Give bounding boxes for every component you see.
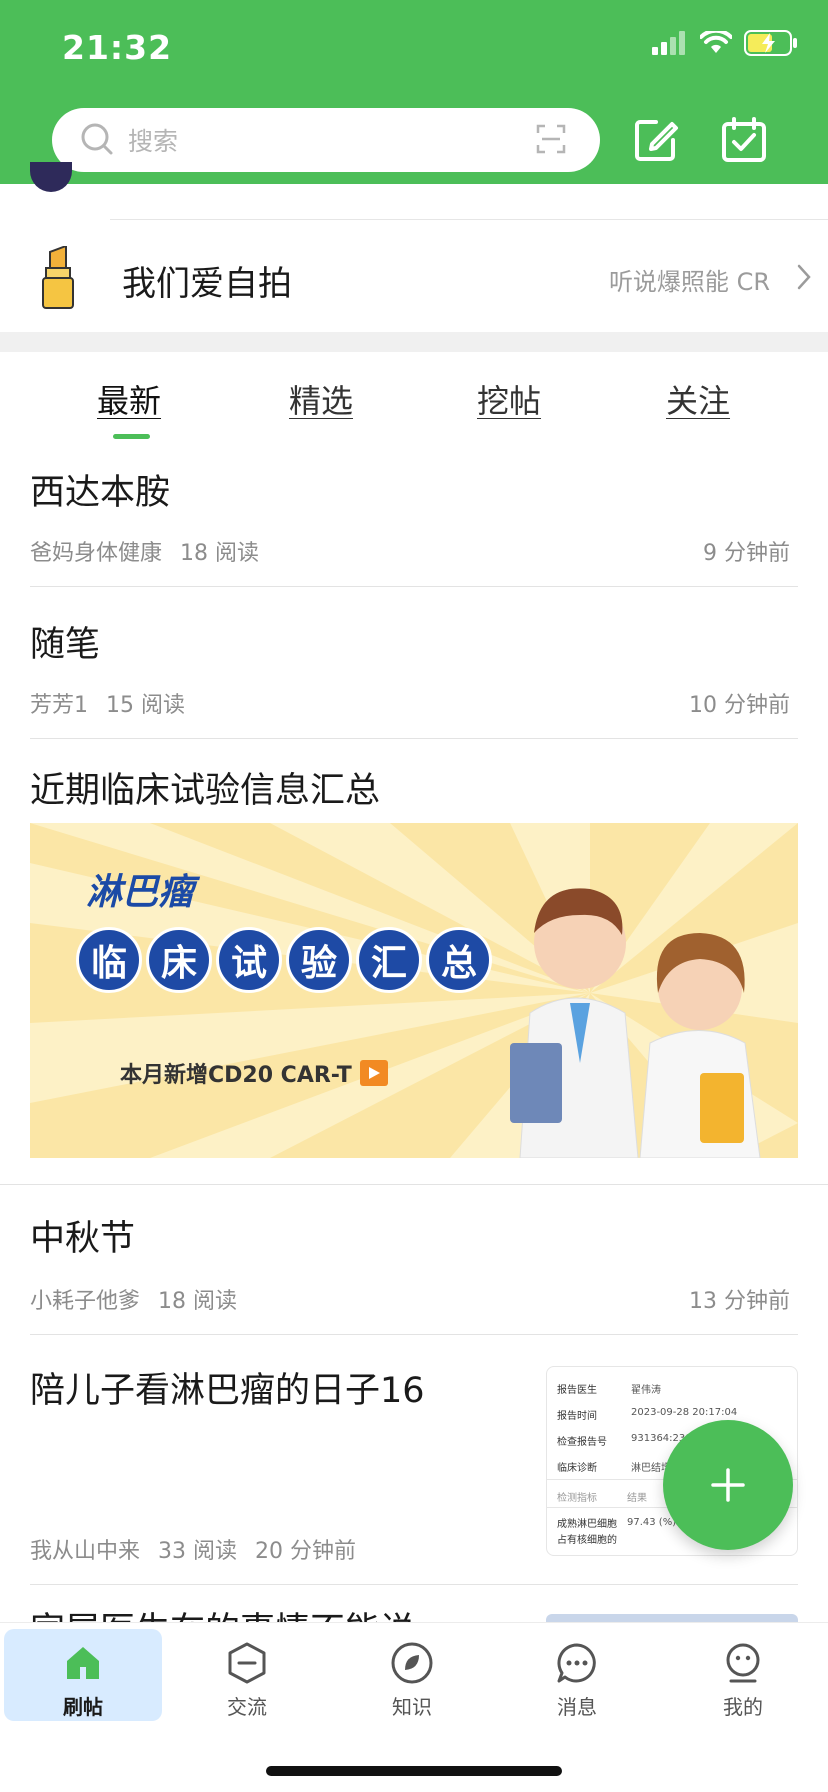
hexagon-minus-icon [228, 1642, 266, 1684]
banner-pill: 临 [76, 927, 142, 993]
nav-label: 刷帖 [63, 1695, 103, 1719]
post-meta: 芳芳1 15 阅读 [30, 687, 203, 719]
nav-feed[interactable]: 刷帖 [4, 1629, 162, 1721]
banner-heading: 淋巴瘤 [86, 872, 195, 913]
post-meta: 爸妈身体健康 18 阅读 [30, 535, 277, 567]
wifi-icon [700, 31, 732, 53]
divider [30, 1334, 798, 1335]
post-title: 随笔 [30, 625, 101, 665]
nav-chat[interactable]: 交流 [168, 1629, 326, 1721]
post-meta: 小耗子他爹 18 阅读 [30, 1283, 255, 1315]
report-field-label: 临床诊断 [557, 1463, 597, 1474]
post-meta: 我从山中来 33 阅读 20 分钟前 [30, 1533, 374, 1565]
post-title: 近期临床试验信息汇总 [30, 771, 381, 811]
banner-pill: 试 [216, 927, 282, 993]
nav-label: 消息 [557, 1695, 597, 1719]
post-time: 9 分钟前 [703, 541, 790, 566]
nav-label: 知识 [392, 1695, 432, 1719]
section-divider [0, 332, 828, 352]
new-post-button[interactable] [663, 1420, 793, 1550]
nav-label: 交流 [227, 1695, 267, 1719]
message-bubble-icon [557, 1643, 596, 1683]
club-name: 我们爱自拍 [122, 264, 292, 304]
play-icon [359, 1060, 388, 1086]
nav-messages[interactable]: 消息 [498, 1629, 656, 1721]
home-indicator [266, 1766, 562, 1776]
tab-latest[interactable]: 最新 [97, 376, 161, 422]
app-header: 21:32 搜索 [0, 0, 828, 184]
status-time: 21:32 [62, 28, 173, 67]
banner-pill: 床 [146, 927, 212, 993]
search-input[interactable]: 搜索 [52, 108, 600, 172]
club-row[interactable]: 我们爱自拍 听说爆照能 CR [0, 220, 828, 332]
report-table-cell: 97.43 (%) [627, 1517, 677, 1528]
chevron-right-icon [797, 264, 811, 290]
search-icon [81, 123, 113, 155]
tab-featured[interactable]: 精选 [289, 376, 353, 422]
report-field-label: 检查报告号 [557, 1437, 607, 1448]
post-author: 我从山中来 [30, 1539, 141, 1564]
nav-label: 我的 [723, 1695, 763, 1719]
divider [0, 1184, 828, 1185]
divider [30, 1584, 798, 1585]
smiley-face-icon [726, 1643, 760, 1683]
avatar [30, 162, 72, 192]
leaf-icon [391, 1642, 433, 1684]
tab-dig[interactable]: 挖帖 [477, 376, 541, 422]
post-reads: 18 阅读 [158, 1289, 238, 1314]
report-field-value: 翟伟涛 [631, 1385, 661, 1396]
nav-profile[interactable]: 我的 [664, 1629, 822, 1721]
post-author: 小耗子他爹 [30, 1289, 141, 1314]
report-field-value: 2023-09-28 20:17:04 [631, 1407, 738, 1418]
status-icons [652, 30, 798, 56]
post-title: 西达本胺 [30, 473, 171, 513]
doctors-illustration [510, 888, 761, 1158]
banner-pill: 总 [426, 927, 492, 993]
banner-title-pills: 临 床 试 验 汇 总 [76, 927, 492, 993]
post-time: 20 分钟前 [255, 1539, 357, 1564]
calendar-check-icon[interactable] [720, 116, 768, 164]
report-field-label: 报告时间 [557, 1411, 597, 1422]
post-title: 中秋节 [30, 1219, 136, 1259]
battery-charging-icon [744, 30, 797, 56]
post-title: 陪儿子看淋巴瘤的日子16 [30, 1371, 425, 1411]
scan-icon[interactable] [536, 124, 566, 154]
report-table-header: 结果 [627, 1493, 647, 1504]
post-banner-image: 淋巴瘤 临 床 试 验 汇 总 本月新增CD20 CAR-T [30, 823, 798, 1158]
banner-pill: 汇 [356, 927, 422, 993]
compose-icon[interactable] [632, 116, 680, 164]
divider [30, 586, 798, 587]
tab-following[interactable]: 关注 [666, 376, 730, 422]
plus-icon [711, 1468, 745, 1502]
post-author: 芳芳1 [30, 693, 88, 718]
signal-icon [652, 31, 685, 55]
banner-note-text: 本月新增CD20 CAR-T [120, 1063, 352, 1088]
lipstick-icon [42, 246, 74, 309]
report-table-cell: 成熟淋巴细胞 占有核细胞的 [557, 1519, 617, 1546]
post-author: 爸妈身体健康 [30, 541, 163, 566]
post-reads: 18 阅读 [180, 541, 260, 566]
banner-note: 本月新增CD20 CAR-T [120, 1057, 388, 1089]
divider [30, 738, 798, 739]
post-reads: 33 阅读 [158, 1539, 238, 1564]
post-time: 10 分钟前 [689, 693, 790, 718]
home-icon [67, 1647, 99, 1679]
post-reads: 15 阅读 [106, 693, 185, 718]
feed-tabs: 最新 精选 挖帖 关注 [0, 352, 828, 444]
tab-indicator [113, 434, 150, 439]
club-subtitle: 听说爆照能 CR [608, 268, 770, 296]
search-placeholder: 搜索 [128, 127, 179, 156]
nav-knowledge[interactable]: 知识 [333, 1629, 491, 1721]
post-time: 13 分钟前 [689, 1289, 790, 1314]
report-field-label: 报告医生 [557, 1385, 597, 1396]
banner-pill: 验 [286, 927, 352, 993]
report-table-header: 检测指标 [557, 1493, 597, 1504]
